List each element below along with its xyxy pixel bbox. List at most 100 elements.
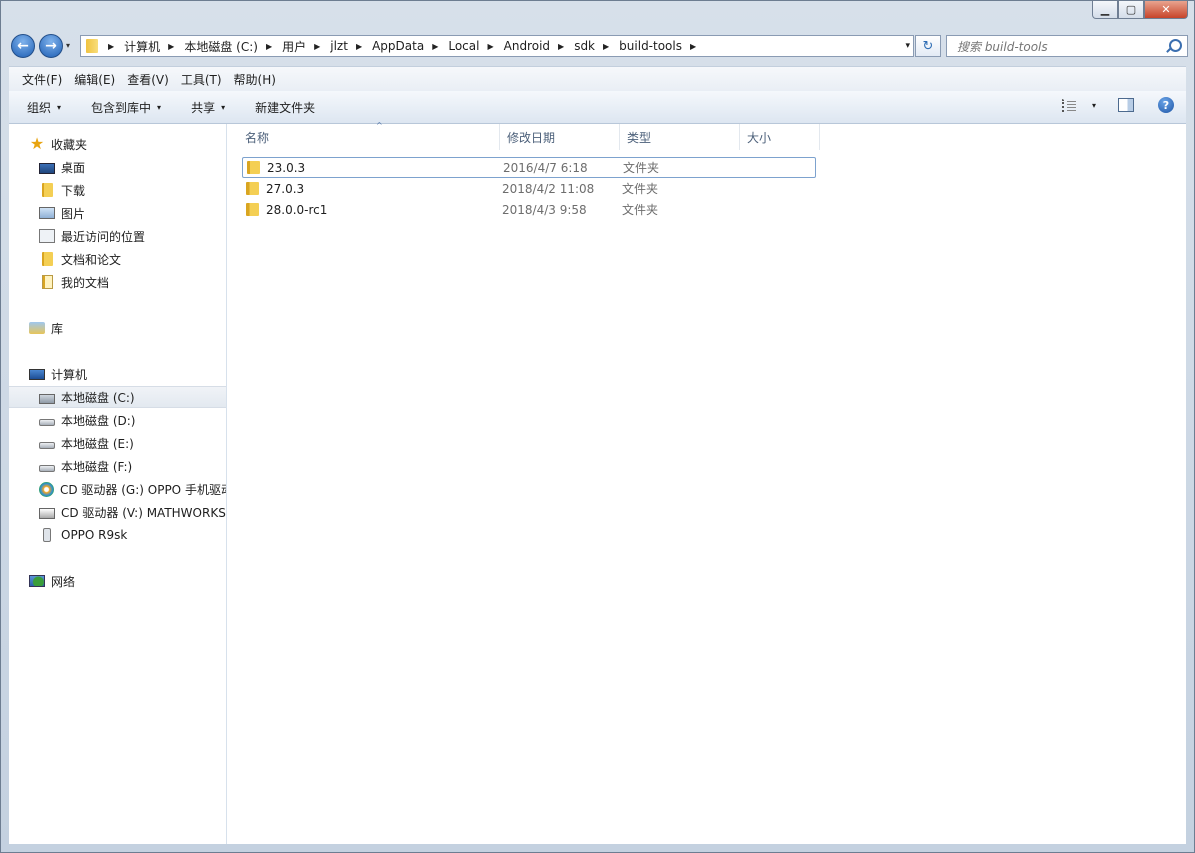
view-controls: ▾ ? bbox=[1061, 97, 1174, 113]
back-button[interactable]: ← bbox=[11, 34, 35, 58]
sidebar-item-drive-f[interactable]: 本地磁盘 (F:) bbox=[9, 455, 226, 477]
navigation-bar: ← → ▾ ▶ 计算机 ▶ 本地磁盘 (C:) ▶ 用户 ▶ jlzt ▶ Ap… bbox=[9, 33, 1188, 61]
desktop-icon bbox=[39, 162, 55, 174]
breadcrumb-drive-c[interactable]: 本地磁盘 (C:) bbox=[184, 38, 258, 55]
column-header-type[interactable]: 类型 bbox=[620, 124, 740, 150]
breadcrumb-android[interactable]: Android bbox=[504, 39, 550, 53]
close-button[interactable]: ✕ bbox=[1144, 1, 1188, 19]
sidebar-item-libraries[interactable]: 库 bbox=[9, 317, 226, 339]
sidebar-item-label: CD 驱动器 (G:) OPPO 手机驱动 bbox=[60, 482, 227, 497]
window-controls: ▁ ▢ ✕ bbox=[1092, 1, 1188, 19]
refresh-button[interactable]: ↻ bbox=[915, 35, 941, 57]
breadcrumb-local[interactable]: Local bbox=[448, 39, 479, 53]
drive-icon bbox=[39, 465, 55, 472]
navigation-pane[interactable]: ★ 收藏夹 桌面 下载 图片 最近访问的位置 文档和论文 我的文档 库 计算机 … bbox=[9, 124, 227, 844]
breadcrumb-separator[interactable]: ▶ bbox=[603, 42, 609, 51]
sidebar-item-favorites[interactable]: ★ 收藏夹 bbox=[9, 133, 226, 155]
breadcrumb-separator[interactable]: ▶ bbox=[487, 42, 493, 51]
file-list[interactable]: 名称 ^ 修改日期 类型 大小 23.0.3 2016/4/7 6:18 文件夹… bbox=[227, 121, 1186, 844]
sidebar-item-label: 库 bbox=[51, 321, 64, 336]
cd-drive-icon bbox=[39, 481, 54, 497]
sidebar-item-desktop[interactable]: 桌面 bbox=[9, 156, 226, 178]
sidebar-item-label: 本地磁盘 (D:) bbox=[61, 413, 136, 428]
sidebar-item-recent-places[interactable]: 最近访问的位置 bbox=[9, 225, 226, 247]
column-header-label: 修改日期 bbox=[507, 130, 556, 145]
column-header-name[interactable]: 名称 ^ bbox=[238, 121, 500, 150]
breadcrumb-appdata[interactable]: AppData bbox=[372, 39, 424, 53]
change-view-icon[interactable] bbox=[1061, 98, 1078, 112]
system-drive-icon bbox=[39, 393, 55, 404]
drive-icon bbox=[39, 442, 55, 449]
breadcrumb-separator[interactable]: ▶ bbox=[266, 42, 272, 51]
star-icon: ★ bbox=[29, 134, 45, 153]
file-row[interactable]: 28.0.0-rc1 2018/4/3 9:58 文件夹 bbox=[242, 199, 816, 220]
sidebar-item-computer[interactable]: 计算机 bbox=[9, 363, 226, 385]
forward-button[interactable]: → bbox=[39, 34, 63, 58]
column-header-label: 类型 bbox=[627, 130, 652, 145]
command-bar: 组织 ▾ 包含到库中 ▾ 共享 ▾ 新建文件夹 ▾ ? bbox=[9, 91, 1186, 124]
address-dropdown-icon[interactable]: ▾ bbox=[905, 41, 910, 51]
help-icon[interactable]: ? bbox=[1158, 97, 1174, 113]
sidebar-item-cd-drive-g[interactable]: CD 驱动器 (G:) OPPO 手机驱动 bbox=[9, 478, 227, 500]
breadcrumb-computer[interactable]: 计算机 bbox=[124, 38, 160, 55]
sidebar-item-drive-e[interactable]: 本地磁盘 (E:) bbox=[9, 432, 226, 454]
breadcrumb-sdk[interactable]: sdk bbox=[574, 39, 595, 53]
breadcrumb-build-tools[interactable]: build-tools bbox=[619, 39, 682, 53]
include-in-library-label: 包含到库中 bbox=[91, 100, 152, 115]
breadcrumb-jlzt[interactable]: jlzt bbox=[330, 39, 348, 53]
sidebar-item-drive-d[interactable]: 本地磁盘 (D:) bbox=[9, 409, 226, 431]
network-icon bbox=[29, 575, 45, 587]
search-icon[interactable] bbox=[1169, 39, 1182, 52]
breadcrumb-separator[interactable]: ▶ bbox=[108, 42, 114, 51]
maximize-button[interactable]: ▢ bbox=[1118, 1, 1144, 19]
preview-pane-icon[interactable] bbox=[1118, 98, 1134, 112]
menu-edit[interactable]: 编辑(E) bbox=[68, 71, 121, 88]
sidebar-item-label: 桌面 bbox=[61, 160, 86, 175]
menu-file[interactable]: 文件(F) bbox=[16, 71, 68, 88]
sidebar-item-pictures[interactable]: 图片 bbox=[9, 202, 226, 224]
organize-button[interactable]: 组织 ▾ bbox=[27, 99, 61, 116]
folder-icon bbox=[42, 183, 53, 197]
menu-view[interactable]: 查看(V) bbox=[121, 71, 175, 88]
address-bar[interactable]: ▶ 计算机 ▶ 本地磁盘 (C:) ▶ 用户 ▶ jlzt ▶ AppData … bbox=[80, 35, 914, 57]
sidebar-item-documents-papers[interactable]: 文档和论文 bbox=[9, 248, 226, 270]
recent-pages-dropdown[interactable]: ▾ bbox=[66, 41, 70, 50]
sidebar-item-drive-c[interactable]: 本地磁盘 (C:) bbox=[9, 386, 226, 408]
chevron-down-icon: ▾ bbox=[57, 102, 62, 112]
column-header-modified[interactable]: 修改日期 bbox=[500, 124, 620, 150]
search-input[interactable] bbox=[955, 37, 1159, 57]
breadcrumb-users[interactable]: 用户 bbox=[282, 38, 306, 55]
file-name: 28.0.0-rc1 bbox=[266, 202, 328, 217]
sidebar-item-label: 本地磁盘 (E:) bbox=[61, 436, 134, 451]
file-row[interactable]: 27.0.3 2018/4/2 11:08 文件夹 bbox=[242, 178, 816, 199]
column-header-size[interactable]: 大小 bbox=[740, 124, 820, 150]
sidebar-item-network[interactable]: 网络 bbox=[9, 570, 226, 592]
breadcrumb-separator[interactable]: ▶ bbox=[168, 42, 174, 51]
sidebar-item-oppo-r9sk[interactable]: OPPO R9sk bbox=[9, 524, 226, 546]
share-button[interactable]: 共享 ▾ bbox=[191, 99, 225, 116]
menu-bar: 文件(F) 编辑(E) 查看(V) 工具(T) 帮助(H) bbox=[9, 66, 1186, 91]
file-row[interactable]: 23.0.3 2016/4/7 6:18 文件夹 bbox=[242, 157, 816, 178]
new-folder-button[interactable]: 新建文件夹 bbox=[255, 99, 315, 116]
menu-tools[interactable]: 工具(T) bbox=[175, 71, 228, 88]
sidebar-item-my-documents[interactable]: 我的文档 bbox=[9, 271, 226, 293]
menu-help[interactable]: 帮助(H) bbox=[228, 71, 282, 88]
minimize-button[interactable]: ▁ bbox=[1092, 1, 1118, 19]
sidebar-item-label: 本地磁盘 (F:) bbox=[61, 459, 133, 474]
chevron-down-icon[interactable]: ▾ bbox=[1092, 101, 1096, 110]
sidebar-item-label: 图片 bbox=[61, 206, 86, 221]
content-area: ★ 收藏夹 桌面 下载 图片 最近访问的位置 文档和论文 我的文档 库 计算机 … bbox=[9, 121, 1186, 844]
breadcrumb-separator[interactable]: ▶ bbox=[690, 42, 696, 51]
breadcrumb-separator[interactable]: ▶ bbox=[314, 42, 320, 51]
sidebar-item-downloads[interactable]: 下载 bbox=[9, 179, 226, 201]
breadcrumb-separator[interactable]: ▶ bbox=[356, 42, 362, 51]
folder-icon bbox=[86, 39, 98, 53]
sidebar-item-cd-drive-v[interactable]: CD 驱动器 (V:) MATHWORKS bbox=[9, 501, 226, 523]
organize-label: 组织 bbox=[27, 100, 52, 115]
sidebar-item-label: OPPO R9sk bbox=[61, 528, 128, 542]
sidebar-item-label: 我的文档 bbox=[61, 275, 110, 290]
back-arrow-icon: ← bbox=[17, 38, 29, 54]
include-in-library-button[interactable]: 包含到库中 ▾ bbox=[91, 99, 161, 116]
breadcrumb-separator[interactable]: ▶ bbox=[432, 42, 438, 51]
breadcrumb-separator[interactable]: ▶ bbox=[558, 42, 564, 51]
